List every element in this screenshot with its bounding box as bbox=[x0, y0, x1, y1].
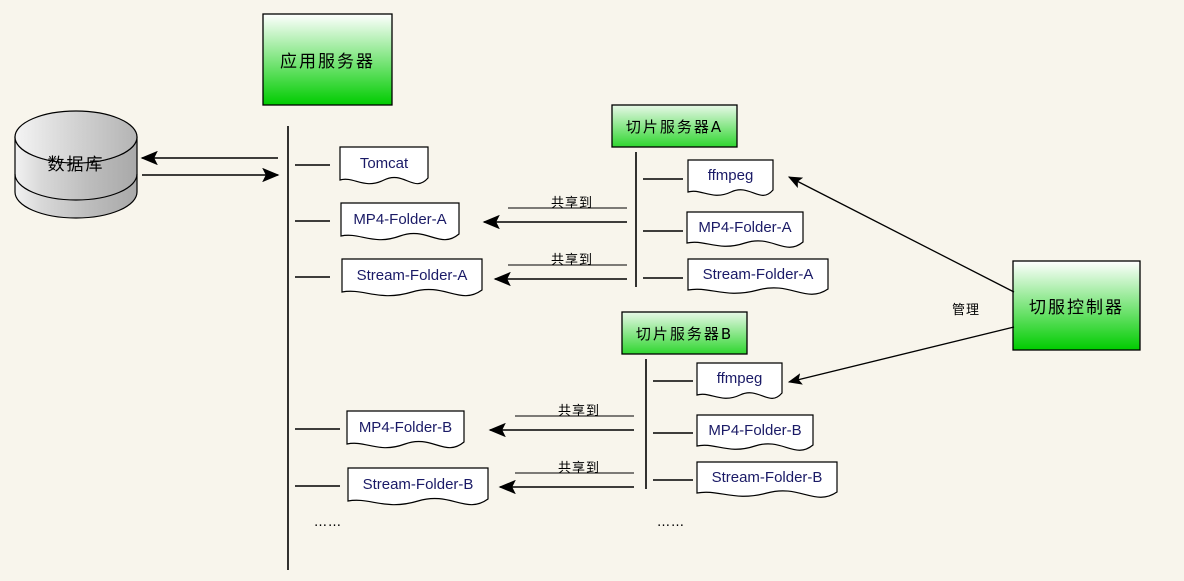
slice-b-doc-boxes bbox=[696, 362, 838, 498]
diagram-svg bbox=[14, 13, 1141, 570]
slice-server-a-box bbox=[611, 104, 738, 148]
app-server-branches bbox=[295, 164, 340, 487]
manage-arrow-b bbox=[787, 326, 1015, 385]
app-server-box bbox=[262, 13, 393, 106]
slice-a-doc-boxes bbox=[686, 159, 829, 295]
diagram-canvas: 应用服务器 数据库 切片服务器A 切片服务器B 切服控制器 Tomcat MP4… bbox=[0, 0, 1184, 581]
slice-a-branches bbox=[643, 178, 683, 279]
slice-b-branches bbox=[653, 380, 693, 481]
db-app-arrows bbox=[140, 150, 280, 183]
slice-server-b-box bbox=[621, 311, 748, 355]
share-arrows bbox=[482, 207, 634, 495]
app-doc-boxes bbox=[339, 146, 489, 506]
controller-box bbox=[1012, 260, 1141, 351]
database-cylinder bbox=[14, 110, 138, 219]
